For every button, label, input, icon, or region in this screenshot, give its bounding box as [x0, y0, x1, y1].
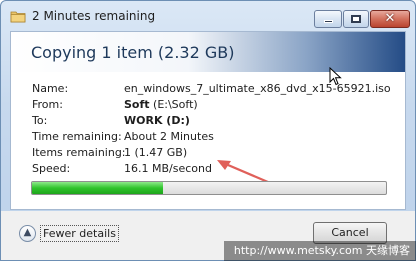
destination-name[interactable]: WORK (D:) [124, 114, 190, 127]
progress-fill [32, 182, 163, 194]
source-path: (E:\Soft) [153, 98, 198, 111]
header-band: Copying 1 item (2.32 GB) [11, 32, 405, 72]
copy-heading: Copying 1 item (2.32 GB) [31, 43, 235, 62]
detail-label: Speed: [32, 162, 71, 175]
fewer-details-toggle[interactable]: ▲ Fewer details [19, 222, 119, 244]
minimize-icon [324, 20, 333, 23]
maximize-button[interactable] [343, 10, 369, 28]
source-name[interactable]: Soft [124, 98, 150, 111]
detail-label: From: [32, 98, 63, 111]
source-location: Soft (E:\Soft) [124, 98, 198, 111]
detail-label: Time remaining: [32, 130, 122, 143]
time-remaining-value: About 2 Minutes [124, 130, 214, 143]
chevron-up-icon[interactable]: ▲ [19, 224, 36, 242]
detail-label: Items remaining: [32, 146, 126, 159]
fewer-details-label[interactable]: Fewer details [40, 224, 119, 242]
title-bar[interactable]: 2 Minutes remaining ✕ [1, 1, 415, 31]
file-name: en_windows_7_ultimate_x86_dvd_x15-65921.… [124, 82, 391, 95]
maximize-icon [351, 15, 361, 23]
detail-label: To: [32, 114, 48, 127]
copy-progress-bar [31, 181, 387, 195]
window-title: 2 Minutes remaining [32, 9, 156, 23]
items-remaining-value: 1 (1.47 GB) [124, 146, 188, 159]
minimize-button[interactable] [314, 10, 342, 28]
watermark-text: http://www.metsky.com 天缘博客 [224, 241, 416, 261]
detail-label: Name: [32, 82, 69, 95]
copy-progress-window: 2 Minutes remaining ✕ Copying 1 item (2.… [0, 0, 416, 261]
close-button[interactable]: ✕ [370, 10, 410, 28]
dialog-content: Copying 1 item (2.32 GB) Name: en_window… [10, 31, 406, 210]
speed-value: 16.1 MB/second [124, 162, 212, 175]
close-icon: ✕ [384, 11, 396, 26]
folder-icon [10, 11, 26, 23]
